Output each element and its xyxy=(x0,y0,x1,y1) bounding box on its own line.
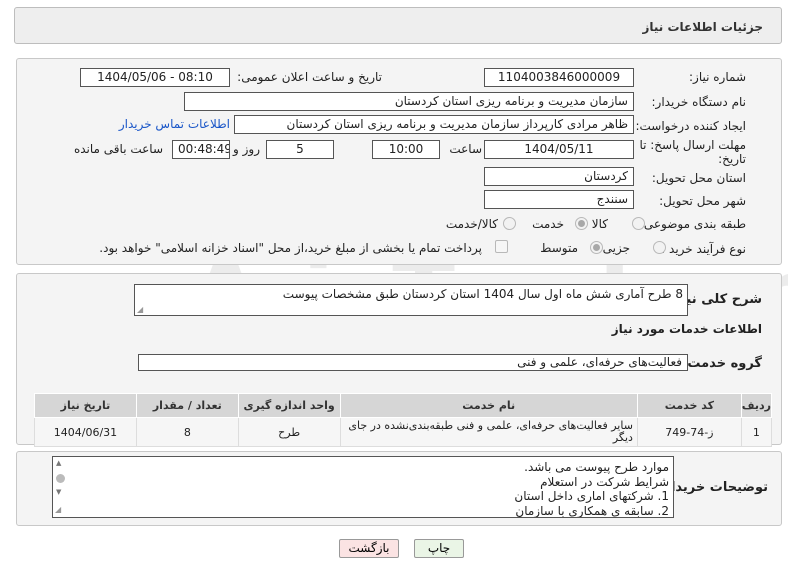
cell-name: سایر فعالیت‌های حرفه‌ای، علمی و فنی طبقه… xyxy=(339,417,638,447)
buyer-org-label: نام دستگاه خریدار: xyxy=(651,95,747,109)
treasury-payment-checkbox[interactable] xyxy=(495,240,508,253)
cell-code: ز-74-749 xyxy=(636,417,742,447)
deadline-time-label: ساعت xyxy=(449,142,482,156)
col-qty-header: تعداد / مقدار xyxy=(135,393,239,418)
notes-scrollbar[interactable]: ▲ ▼ ◢ xyxy=(53,457,67,517)
process-option-minor: جزیی xyxy=(602,241,630,255)
category-label: طبقه بندی موضوعی: xyxy=(639,217,746,231)
announce-datetime-field: 1404/05/06 - 08:10 xyxy=(80,68,230,87)
summary-textarea[interactable]: 8 طرح آماری شش ماه اول سال 1404 استان کر… xyxy=(134,284,688,316)
notes-text: موارد طرح پیوست می باشد. شرایط شرکت در ا… xyxy=(514,460,669,518)
process-radio-medium[interactable] xyxy=(590,241,603,254)
category-option-goods: کالا xyxy=(591,217,608,231)
creator-label: ایجاد کننده درخواست: xyxy=(635,119,746,133)
col-unit-header: واحد اندازه گیری xyxy=(237,393,341,418)
buyer-notes-textarea[interactable]: موارد طرح پیوست می باشد. شرایط شرکت در ا… xyxy=(52,456,674,518)
table-header-row: ردیف کد خدمت نام خدمت واحد اندازه گیری ت… xyxy=(34,393,773,418)
summary-text: 8 طرح آماری شش ماه اول سال 1404 استان کر… xyxy=(282,287,683,301)
deadline-label-line1: مهلت ارسال پاسخ: تا xyxy=(639,138,746,152)
table-row: 1 ز-74-749 سایر فعالیت‌های حرفه‌ای، علمی… xyxy=(34,417,773,447)
category-option-service: خدمت xyxy=(532,217,564,231)
category-radio-goods-service[interactable] xyxy=(503,217,516,230)
cell-qty: 8 xyxy=(135,417,239,447)
scroll-thumb[interactable] xyxy=(56,474,65,483)
page-title: جزئیات اطلاعات نیاز xyxy=(642,20,763,34)
category-radio-service[interactable] xyxy=(575,217,588,230)
remaining-time-field: 00:48:49 xyxy=(172,140,230,159)
back-button[interactable]: بازگشت xyxy=(339,539,399,558)
col-code-header: کد خدمت xyxy=(636,393,742,418)
notes-line: 2. سابقه ی همکاری با سازمان xyxy=(515,503,669,518)
announce-datetime-label: تاریخ و ساعت اعلان عمومی: xyxy=(237,70,382,84)
page-header: جزئیات اطلاعات نیاز xyxy=(14,7,782,44)
deadline-time-field: 10:00 xyxy=(372,140,440,159)
deadline-label: مهلت ارسال پاسخ: تا تاریخ: xyxy=(639,138,746,166)
buyer-org-field: سازمان مدیریت و برنامه ریزی استان کردستا… xyxy=(184,92,634,111)
creator-field: ظاهر مرادی کارپرداز سازمان مدیریت و برنا… xyxy=(234,115,634,134)
col-date-header: تاریخ نیاز xyxy=(34,393,137,418)
services-section-title: اطلاعات خدمات مورد نیاز xyxy=(611,322,762,336)
notes-line: 1. شرکتهای اماری داخل استان xyxy=(514,489,669,503)
deadline-date-field: 1404/05/11 xyxy=(484,140,634,159)
province-field: کردستان xyxy=(484,167,634,186)
resize-grip-icon: ◢ xyxy=(55,505,62,514)
cell-row: 1 xyxy=(740,417,773,447)
scroll-down-icon[interactable]: ▼ xyxy=(56,488,61,496)
services-table: ردیف کد خدمت نام خدمت واحد اندازه گیری ت… xyxy=(34,393,773,447)
resize-grip-icon: ◢ xyxy=(137,305,144,314)
service-group-field: فعالیت‌های حرفه‌ای، علمی و فنی xyxy=(138,354,688,371)
city-field: سنندج xyxy=(484,190,634,209)
need-number-label: شماره نیاز: xyxy=(689,70,746,84)
category-option-goods-service: کالا/خدمت xyxy=(445,217,498,231)
deadline-label-line2: تاریخ: xyxy=(718,152,746,166)
col-name-header: نام خدمت xyxy=(339,393,638,418)
col-row-header: ردیف xyxy=(740,393,773,418)
days-label: روز و xyxy=(233,142,260,156)
province-label: استان محل تحویل: xyxy=(651,171,746,185)
process-option-medium: متوسط xyxy=(540,241,578,255)
buyer-notes-label: توضیحات خریدار: xyxy=(658,480,768,495)
buyer-contact-link[interactable]: اطلاعات تماس خریدار xyxy=(119,117,230,131)
notes-line: شرایط شرکت در استعلام xyxy=(540,474,669,489)
city-label: شهر محل تحویل: xyxy=(659,194,746,208)
remaining-time-label: ساعت باقی مانده xyxy=(73,142,163,156)
days-field: 5 xyxy=(266,140,334,159)
scroll-up-icon[interactable]: ▲ xyxy=(56,459,61,467)
process-radio-minor[interactable] xyxy=(653,241,666,254)
treasury-payment-note: پرداخت تمام یا بخشی از مبلغ خرید،از محل … xyxy=(99,241,482,255)
cell-unit: طرح xyxy=(237,417,341,447)
print-button[interactable]: چاپ xyxy=(414,539,464,558)
notes-line: موارد طرح پیوست می باشد. xyxy=(524,460,669,474)
need-number-field: 1104003846000009 xyxy=(484,68,634,87)
service-group-label: گروه خدمت: xyxy=(682,356,762,371)
category-radio-goods[interactable] xyxy=(632,217,645,230)
process-type-label: نوع فرآیند خرید : xyxy=(661,242,746,256)
cell-date: 1404/06/31 xyxy=(34,417,137,447)
